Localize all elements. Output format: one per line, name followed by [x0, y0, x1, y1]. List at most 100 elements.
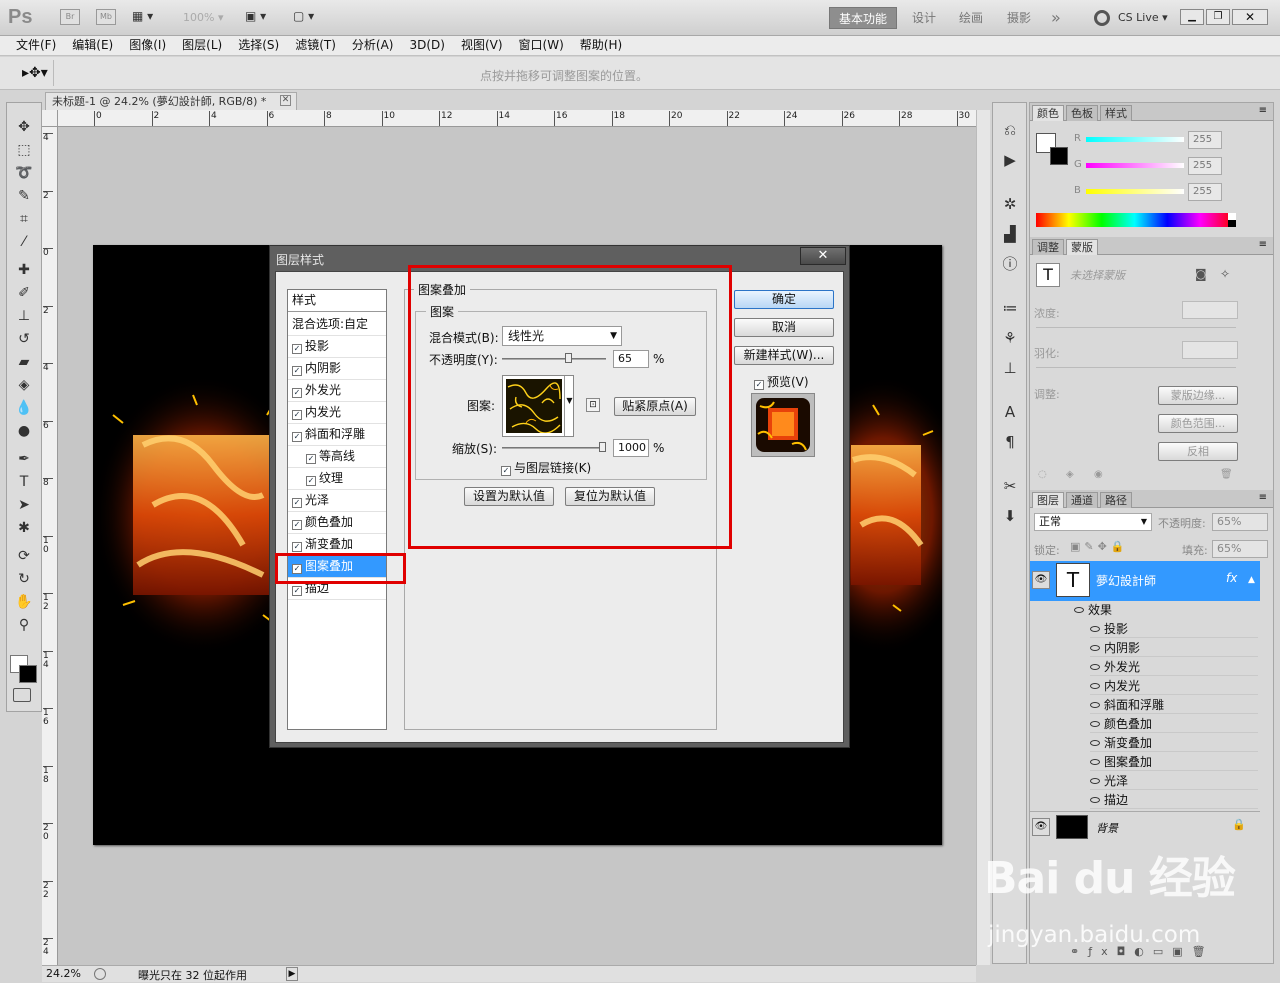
character-icon[interactable]: A — [997, 401, 1023, 423]
minibridge-button[interactable]: Mb — [96, 9, 116, 25]
preview-checkbox[interactable]: ✓ 预览(V) — [754, 373, 809, 390]
density-input[interactable] — [1182, 301, 1238, 319]
feather-slider[interactable] — [1036, 367, 1236, 368]
menu-file[interactable]: 文件(F) — [8, 36, 64, 55]
effect-row[interactable]: 斜面和浮雕 — [1090, 696, 1258, 714]
eye-icon[interactable] — [1090, 626, 1100, 632]
black-white-ramp[interactable] — [1228, 213, 1236, 227]
scale-slider-track[interactable] — [502, 447, 606, 449]
history-brush-tool-icon[interactable]: ↺ — [10, 329, 38, 349]
layer-opacity-input[interactable]: 65% — [1212, 513, 1268, 531]
clone-stamp-tool-icon[interactable]: ⊥ — [10, 306, 38, 326]
eraser-tool-icon[interactable]: ▰ — [10, 352, 38, 372]
checkbox-icon[interactable]: ✓ — [292, 388, 302, 398]
history-icon[interactable]: ⎌ — [997, 119, 1023, 141]
path-selection-tool-icon[interactable]: ➤ — [10, 495, 38, 515]
eye-icon[interactable] — [1090, 664, 1100, 670]
effect-row[interactable]: 描边 — [1090, 791, 1258, 809]
info-icon[interactable]: ⓘ — [997, 253, 1023, 275]
pen-tool-icon[interactable]: ✒ — [10, 449, 38, 469]
menu-filter[interactable]: 滤镜(T) — [287, 36, 344, 55]
eye-icon[interactable] — [1090, 740, 1100, 746]
crop-tool-icon[interactable]: ⌗ — [10, 209, 38, 229]
clone-source-icon[interactable]: ⚘ — [997, 327, 1023, 349]
fx-expand-icon[interactable]: ▲ — [1248, 575, 1255, 585]
status-info-icon[interactable] — [94, 968, 106, 980]
workspace-design[interactable]: 设计 — [903, 7, 945, 29]
checkbox-icon[interactable]: ✓ — [292, 586, 302, 596]
panel-menu-icon[interactable]: ≡ — [1259, 492, 1267, 503]
blending-options-item[interactable]: 混合选项:自定 — [288, 314, 386, 336]
background-color-swatch[interactable] — [19, 665, 37, 683]
menu-3d[interactable]: 3D(D) — [401, 36, 452, 55]
close-tab-icon[interactable]: ✕ — [280, 95, 291, 106]
type-tool-icon[interactable]: T — [10, 472, 38, 492]
healing-brush-tool-icon[interactable]: ✚ — [10, 260, 38, 280]
status-menu-arrow-icon[interactable]: ▶ — [286, 967, 298, 981]
feather-input[interactable] — [1182, 341, 1238, 359]
paint-bucket-tool-icon[interactable]: ◈ — [10, 375, 38, 395]
eye-icon[interactable] — [1090, 683, 1100, 689]
style-item[interactable]: ✓ 光泽 — [288, 490, 386, 512]
style-item[interactable]: ✓ 渐变叠加 — [288, 534, 386, 556]
disable-mask-icon[interactable]: ◉ — [1094, 469, 1103, 480]
style-item[interactable]: ✓ 投影 — [288, 336, 386, 358]
shape-tool-icon[interactable]: ✱ — [10, 518, 38, 538]
cancel-button[interactable]: 取消 — [734, 318, 834, 337]
opacity-input[interactable]: 65 — [613, 350, 649, 368]
fx-badge[interactable]: fx — [1226, 571, 1237, 585]
vertical-scrollbar[interactable] — [976, 110, 990, 965]
effect-row[interactable]: 颜色叠加 — [1090, 715, 1258, 733]
color-spectrum-bar[interactable] — [1036, 213, 1233, 227]
eye-icon[interactable] — [1090, 645, 1100, 651]
document-tab[interactable]: 未标题-1 @ 24.2% (夢幻設計師, RGB/8) * — [45, 92, 297, 110]
checkbox-icon[interactable]: ✓ — [292, 564, 302, 574]
pixel-mask-icon[interactable]: ◙ — [1195, 267, 1207, 281]
tab-paths[interactable]: 路径 — [1100, 492, 1132, 508]
ok-button[interactable]: 确定 — [734, 290, 834, 309]
blend-mode-select[interactable]: 线性光 ▼ — [502, 326, 622, 346]
3d-tools-icon[interactable]: ✂ — [997, 475, 1023, 497]
menu-edit[interactable]: 编辑(E) — [64, 36, 121, 55]
new-style-button[interactable]: 新建样式(W)... — [734, 346, 834, 365]
zoom-level-select[interactable]: 100% ▾ — [183, 11, 223, 24]
tab-channels[interactable]: 通道 — [1066, 492, 1098, 508]
quick-selection-tool-icon[interactable]: ✎ — [10, 186, 38, 206]
pattern-dropdown-icon[interactable]: ▼ — [564, 376, 574, 436]
menu-help[interactable]: 帮助(H) — [572, 36, 630, 55]
cslive-icon[interactable] — [1094, 10, 1110, 26]
histogram-icon[interactable]: ▟ — [997, 223, 1023, 245]
density-slider[interactable] — [1036, 327, 1236, 328]
eye-icon[interactable] — [1090, 797, 1100, 803]
invert-button[interactable]: 反相 — [1158, 442, 1238, 461]
style-item[interactable]: ✓ 外发光 — [288, 380, 386, 402]
color-range-button[interactable]: 颜色范围... — [1158, 414, 1238, 433]
tab-masks[interactable]: 蒙版 — [1066, 239, 1098, 255]
reset-default-button[interactable]: 复位为默认值 — [565, 487, 655, 506]
blue-slider[interactable] — [1086, 189, 1184, 194]
eye-icon[interactable] — [1090, 778, 1100, 784]
vector-mask-icon[interactable]: ✧ — [1220, 267, 1230, 281]
zoom-tool-icon[interactable]: ⚲ — [10, 615, 38, 635]
mask-edge-button[interactable]: 蒙版边缘... — [1158, 386, 1238, 405]
paragraph-icon[interactable]: ¶ — [997, 431, 1023, 453]
make-default-button[interactable]: 设置为默认值 — [464, 487, 554, 506]
eye-icon[interactable] — [1090, 721, 1100, 727]
zoom-readout[interactable]: 24.2% — [46, 967, 81, 980]
3d-light-icon[interactable]: ⬇ — [997, 505, 1023, 527]
style-item[interactable]: ✓ 等高线 — [288, 446, 386, 468]
red-slider[interactable] — [1086, 137, 1184, 142]
style-item[interactable]: ✓ 图案叠加 — [288, 556, 386, 578]
layer-blend-mode-select[interactable]: 正常 ▼ — [1034, 513, 1152, 531]
checkbox-icon[interactable]: ✓ — [292, 432, 302, 442]
ruler-origin[interactable] — [42, 110, 58, 127]
hand-tool-icon[interactable]: ✋ — [10, 592, 38, 612]
text-layer-row[interactable]: 👁 T 夢幻設計師 fx ▲ — [1030, 561, 1260, 601]
effect-row[interactable]: 内发光 — [1090, 677, 1258, 695]
lock-icons[interactable]: ▣✎✥🔒 — [1070, 540, 1129, 553]
move-tool-icon[interactable]: ✥ — [10, 117, 38, 137]
background-layer-row[interactable]: 👁 背景 🔒 — [1030, 811, 1260, 841]
style-item[interactable]: ✓ 纹理 — [288, 468, 386, 490]
panel-menu-icon[interactable]: ≡ — [1259, 105, 1267, 116]
marquee-tool-icon[interactable]: ⬚ — [10, 140, 38, 160]
